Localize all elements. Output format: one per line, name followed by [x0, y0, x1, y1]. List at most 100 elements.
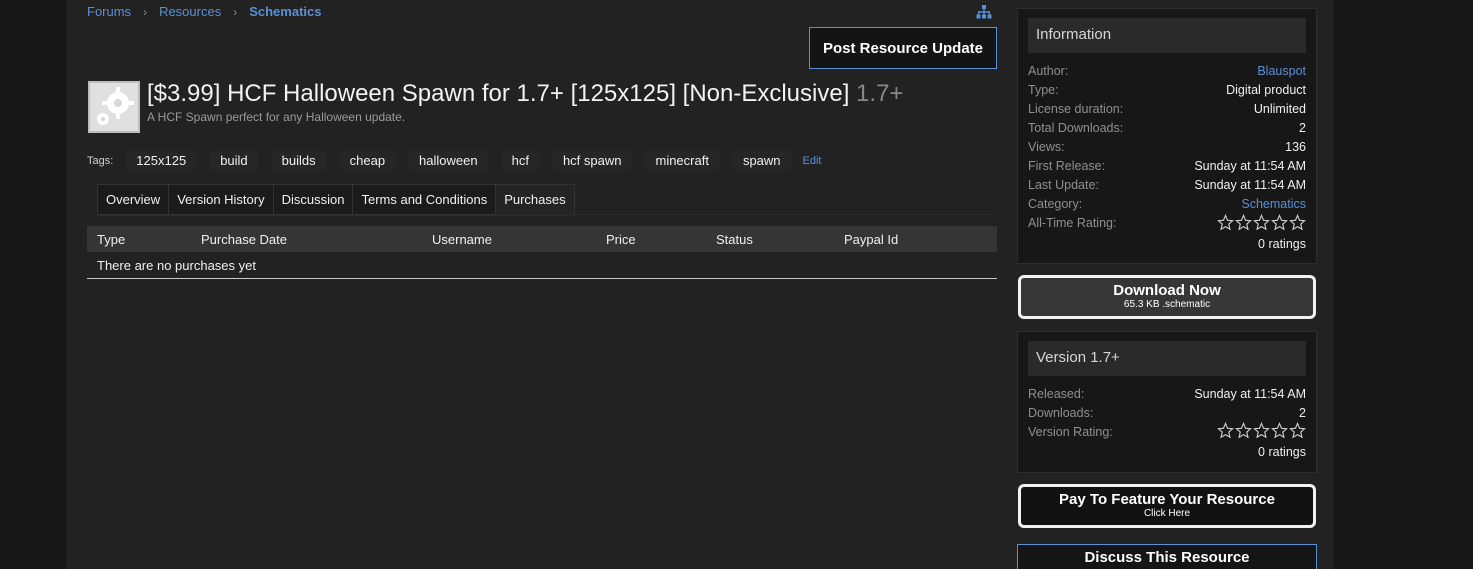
tag-item[interactable]: 125x125	[126, 150, 197, 171]
version-heading: Version 1.7+	[1028, 341, 1306, 376]
info-row: License duration: Unlimited	[1028, 102, 1306, 116]
page-container: Forums › Resources › Schematics Post Res…	[67, 0, 1333, 569]
breadcrumb-current[interactable]: Schematics	[249, 4, 321, 19]
star-icon	[1235, 422, 1252, 439]
download-file-info: 65.3 KB .schematic	[1123, 299, 1211, 310]
tag-item[interactable]: spawn	[732, 150, 791, 171]
tab-purchases[interactable]: Purchases	[495, 184, 575, 215]
all-time-rating-stars	[1217, 214, 1306, 231]
info-key: Total Downloads:	[1028, 121, 1124, 135]
star-icon	[1289, 214, 1306, 231]
information-heading: Information	[1028, 18, 1306, 53]
tag-list: Tags: 125x125 build builds cheap hallowe…	[87, 150, 822, 171]
info-row: First Release: Sunday at 11:54 AM	[1028, 159, 1306, 173]
info-value: Sunday at 11:54 AM	[1194, 178, 1306, 192]
pay-to-feature-button[interactable]: Pay To Feature Your Resource Click Here	[1018, 484, 1316, 528]
version-key: Version Rating:	[1028, 425, 1113, 439]
tag-item[interactable]: builds	[271, 150, 326, 171]
version-row: Released: Sunday at 11:54 AM	[1028, 387, 1306, 401]
star-icon	[1253, 214, 1270, 231]
download-label: Download Now	[1113, 282, 1221, 299]
breadcrumb: Forums › Resources › Schematics	[87, 4, 321, 19]
column-header: Purchase Date	[201, 232, 287, 247]
resource-version: 1.7+	[856, 80, 904, 107]
info-row: All-Time Rating:	[1028, 214, 1306, 231]
resource-tagline: A HCF Spawn perfect for any Halloween up…	[147, 110, 406, 124]
version-rating-count-row: 0 ratings	[1028, 445, 1306, 459]
column-header: Status	[716, 232, 753, 247]
tag-item[interactable]: minecraft	[645, 150, 719, 171]
discuss-resource-button[interactable]: Discuss This Resource	[1017, 544, 1317, 569]
info-key: First Release:	[1028, 159, 1106, 173]
star-icon	[1253, 422, 1270, 439]
version-row: Downloads: 2	[1028, 406, 1306, 420]
download-now-button[interactable]: Download Now 65.3 KB .schematic	[1018, 275, 1316, 319]
version-rating-count: 0 ratings	[1258, 445, 1306, 459]
feature-label: Pay To Feature Your Resource	[1059, 491, 1275, 508]
version-rating-stars	[1217, 422, 1306, 439]
chevron-right-icon: ›	[233, 4, 238, 19]
tab-discussion[interactable]: Discussion	[272, 184, 353, 215]
info-key: All-Time Rating:	[1028, 216, 1117, 230]
chevron-right-icon: ›	[143, 4, 148, 19]
rating-count-row: 0 ratings	[1028, 237, 1306, 251]
breadcrumb-resources[interactable]: Resources	[159, 4, 221, 19]
sitemap-icon[interactable]	[976, 4, 992, 20]
category-link[interactable]: Schematics	[1241, 197, 1306, 211]
post-resource-update-button[interactable]: Post Resource Update	[809, 27, 997, 69]
star-icon	[1217, 422, 1234, 439]
version-panel: Version 1.7+ Released: Sunday at 11:54 AM…	[1017, 331, 1317, 473]
info-row: Views: 136	[1028, 140, 1306, 154]
version-value: Sunday at 11:54 AM	[1194, 387, 1306, 401]
tab-version-history[interactable]: Version History	[168, 184, 273, 215]
tag-item[interactable]: halloween	[409, 150, 488, 171]
resource-gear-icon	[88, 81, 140, 133]
version-row: Version Rating:	[1028, 422, 1306, 439]
tag-item[interactable]: hcf	[501, 150, 539, 171]
author-link[interactable]: Blauspot	[1257, 64, 1306, 78]
rating-count: 0 ratings	[1258, 237, 1306, 251]
column-header: Username	[432, 232, 492, 247]
info-row: Category: Schematics	[1028, 197, 1306, 211]
tabs-divider	[574, 214, 997, 215]
tag-item[interactable]: hcf spawn	[552, 150, 632, 171]
version-key: Released:	[1028, 387, 1085, 401]
breadcrumb-forums[interactable]: Forums	[87, 4, 131, 19]
tag-item[interactable]: build	[210, 150, 258, 171]
star-icon	[1289, 422, 1306, 439]
info-value: Unlimited	[1253, 102, 1306, 116]
star-icon	[1271, 214, 1288, 231]
info-value: 2	[1299, 121, 1306, 135]
version-key: Downloads:	[1028, 406, 1094, 420]
info-key: Views:	[1028, 140, 1065, 154]
info-key: License duration:	[1028, 102, 1124, 116]
tags-label: Tags:	[87, 154, 114, 167]
column-header: Price	[606, 232, 636, 247]
star-icon	[1217, 214, 1234, 231]
info-value: Digital product	[1226, 83, 1306, 97]
info-key: Type:	[1028, 83, 1059, 97]
column-header: Paypal Id	[844, 232, 899, 247]
info-key: Author:	[1028, 64, 1069, 78]
star-icon	[1235, 214, 1252, 231]
information-panel: Information Author: Blauspot Type: Digital…	[1017, 8, 1317, 264]
edit-tags-link[interactable]: Edit	[803, 155, 822, 167]
tab-overview[interactable]: Overview	[97, 184, 169, 215]
info-key: Last Update:	[1028, 178, 1099, 192]
empty-state-row: There are no purchases yet	[87, 252, 997, 279]
star-icon	[1271, 422, 1288, 439]
info-key: Category:	[1028, 197, 1083, 211]
info-row: Author: Blauspot	[1028, 64, 1306, 78]
resource-title: [$3.99] HCF Halloween Spawn for 1.7+ [12…	[147, 80, 903, 108]
column-header: Type	[97, 232, 126, 247]
purchases-table-header: Type Purchase Date Username Price Status…	[87, 226, 997, 252]
resource-title-text: [$3.99] HCF Halloween Spawn for 1.7+ [12…	[147, 80, 850, 107]
info-value: Sunday at 11:54 AM	[1194, 159, 1306, 173]
info-row: Total Downloads: 2	[1028, 121, 1306, 135]
info-row: Type: Digital product	[1028, 83, 1306, 97]
tab-terms-and-conditions[interactable]: Terms and Conditions	[352, 184, 496, 215]
version-value: 2	[1299, 406, 1306, 420]
resource-tabs: Overview Version History Discussion Term…	[97, 184, 575, 216]
tag-item[interactable]: cheap	[339, 150, 396, 171]
info-value: 136	[1285, 140, 1306, 154]
